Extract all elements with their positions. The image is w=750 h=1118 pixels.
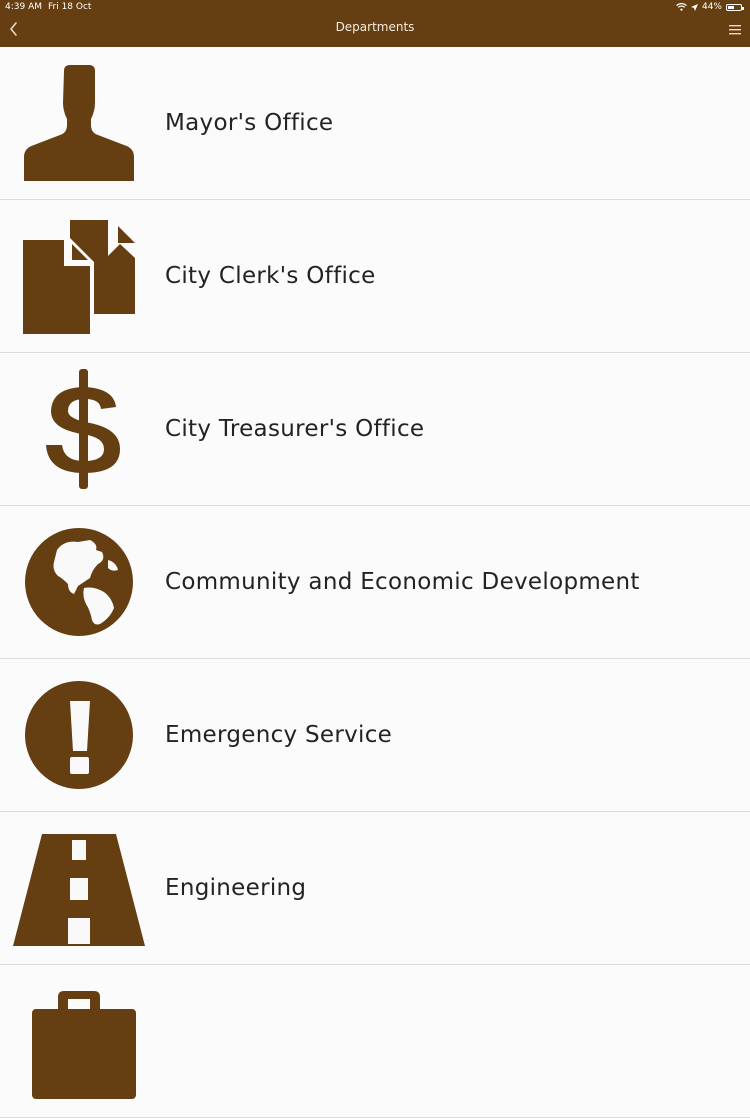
department-row-emergency-service[interactable]: Emergency Service — [0, 659, 750, 812]
department-label: City Treasurer's Office — [165, 416, 425, 442]
department-row-mayors-office[interactable]: Mayor's Office — [0, 47, 750, 200]
department-label: Community and Economic Development — [165, 569, 640, 595]
exclamation-icon — [12, 673, 146, 797]
department-row-city-treasurers-office[interactable]: City Treasurer's Office — [0, 353, 750, 506]
departments-list: Mayor's Office City Clerk's Office City … — [0, 47, 750, 1118]
battery-icon — [726, 3, 744, 11]
battery-percent: 44% — [701, 2, 722, 12]
department-label: Engineering — [165, 875, 307, 901]
department-row-partial[interactable] — [0, 965, 750, 1118]
person-icon — [12, 61, 146, 185]
department-label: Emergency Service — [165, 722, 393, 748]
globe-icon — [12, 520, 146, 644]
department-label: Mayor's Office — [165, 110, 334, 136]
department-label: City Clerk's Office — [165, 263, 376, 289]
road-icon — [12, 826, 146, 950]
hamburger-icon — [729, 25, 741, 35]
wifi-icon — [676, 3, 687, 11]
department-row-engineering[interactable]: Engineering — [0, 812, 750, 965]
menu-button[interactable] — [728, 21, 742, 35]
department-row-community-and-economic-development[interactable]: Community and Economic Development — [0, 506, 750, 659]
app-header: 4:39 AM Fri 18 Oct 44% Departments — [0, 0, 750, 47]
status-date: Fri 18 Oct — [48, 2, 92, 12]
briefcase-icon — [12, 979, 146, 1103]
status-time: 4:39 AM — [5, 2, 42, 12]
dollar-icon — [12, 367, 146, 491]
department-row-city-clerks-office[interactable]: City Clerk's Office — [0, 200, 750, 353]
location-icon — [690, 3, 698, 11]
status-indicators: 44% — [676, 2, 744, 12]
documents-icon — [12, 214, 146, 338]
page-title: Departments — [335, 20, 415, 34]
